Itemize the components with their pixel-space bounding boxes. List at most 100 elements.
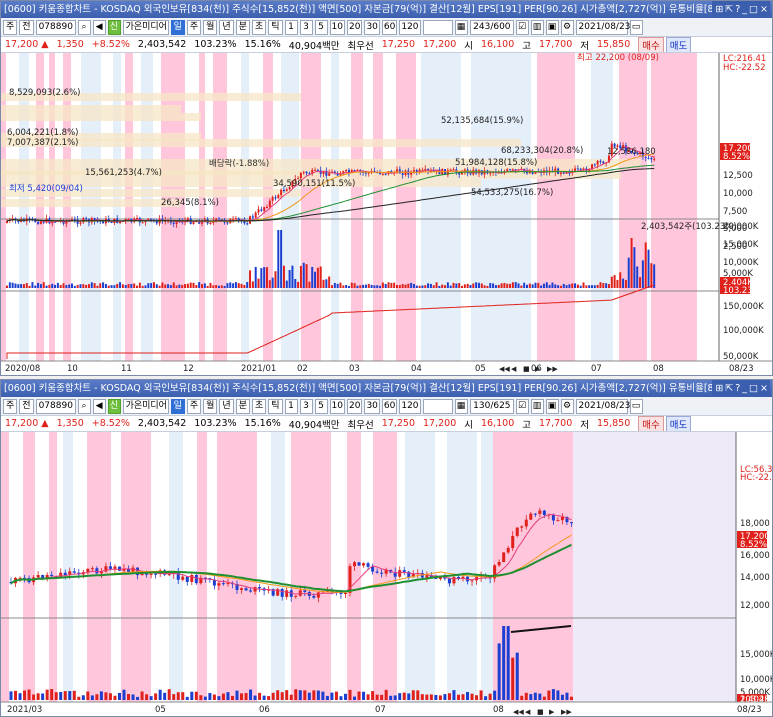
top-date-input[interactable]: 2021/08/23 (575, 19, 630, 35)
chart-icon[interactable]: ▥ (530, 398, 544, 414)
period-20[interactable]: 20 (346, 19, 363, 35)
top-volume-bar (641, 260, 644, 288)
close-icon[interactable]: × (760, 383, 770, 394)
bottom-bg-band (121, 432, 151, 702)
checkbox-icon[interactable]: ☑ (515, 19, 529, 35)
period-10[interactable]: 10 (329, 19, 345, 35)
search-icon[interactable]: ⌕ (77, 19, 91, 35)
top-volume-bar (195, 285, 198, 288)
checkbox-icon[interactable]: ☑ (515, 398, 529, 414)
tab-year[interactable]: 년 (219, 398, 234, 414)
tab-week[interactable]: 주 (186, 19, 202, 35)
close-icon[interactable]: × (760, 4, 770, 15)
link-icon[interactable]: ⊞ (715, 4, 725, 15)
calendar-icon[interactable]: ▭ (629, 19, 643, 35)
speaker-icon[interactable]: ◀ (92, 398, 106, 414)
top-volume-bar (212, 285, 215, 288)
period-20[interactable]: 20 (346, 398, 363, 414)
bottom-range-input[interactable]: 130/625 (469, 398, 514, 414)
bottom-volume-bar (131, 694, 135, 700)
bottom-candle (190, 574, 194, 582)
top-bg-band (619, 53, 647, 361)
grid-icon[interactable]: ▦ (454, 19, 468, 35)
period-custom-input[interactable] (422, 19, 453, 35)
top-range-input[interactable]: 243/600 (469, 19, 514, 35)
bottom-volume-bar (285, 690, 289, 700)
bottom-candle (285, 590, 289, 597)
top-type-select[interactable]: 주 (3, 19, 18, 35)
top-candle (596, 160, 599, 165)
top-turnover: 15.16% (244, 39, 281, 50)
save-icon[interactable]: ▣ (545, 398, 559, 414)
maximize-icon[interactable]: □ (749, 383, 760, 394)
search-icon[interactable]: ⌕ (77, 398, 91, 414)
top-volume-bar (579, 285, 582, 288)
top-volume-bar (562, 283, 565, 288)
link-icon[interactable]: ⊞ (715, 383, 725, 394)
period-3[interactable]: 3 (299, 398, 313, 414)
top-buy-button[interactable]: 매수 (638, 37, 664, 52)
top-open: 16,100 (481, 39, 515, 50)
bottom-volume-bar (529, 694, 533, 700)
top-window-title: [0600] 키움종합차트 - KOSDAQ 외국인보유[834(천)] 주식수… (4, 4, 723, 15)
bottom-sub-select[interactable]: 전 (19, 398, 34, 414)
bottom-date-input[interactable]: 2021/08/23 (575, 398, 630, 414)
chart-icon[interactable]: ▥ (530, 19, 544, 35)
gear-icon[interactable]: ⚙ (560, 398, 574, 414)
tab-tick[interactable]: 틱 (268, 398, 283, 414)
gear-icon[interactable]: ⚙ (560, 19, 574, 35)
bottom-buy-button[interactable]: 매수 (638, 416, 664, 431)
bottom-sell-button[interactable]: 매도 (665, 416, 692, 431)
tab-month[interactable]: 월 (203, 398, 218, 414)
bottom-candle (353, 562, 357, 567)
bottom-chart-area[interactable]: LC:56.36HC:-22.5218,00017,2008.52%16,000… (1, 432, 772, 716)
tab-year[interactable]: 년 (219, 19, 234, 35)
top-change-pct: +8.52% (91, 39, 130, 50)
bottom-title-bar: [0600] 키움종합차트 - KOSDAQ 외국인보유[834(천)] 주식수… (1, 380, 772, 397)
tab-minute[interactable]: 분 (235, 19, 250, 35)
top-sub-select[interactable]: 전 (19, 19, 34, 35)
period-3[interactable]: 3 (299, 19, 313, 35)
period-10[interactable]: 10 (329, 398, 345, 414)
period-120[interactable]: 120 (399, 398, 421, 414)
top-code-input[interactable]: 078890 (35, 19, 76, 35)
bottom-code-input[interactable]: 078890 (35, 398, 76, 414)
top-sell-button[interactable]: 매도 (665, 37, 692, 52)
pin-icon[interactable]: ⇱ (725, 4, 735, 15)
tab-day[interactable]: 일 (170, 398, 185, 414)
save-icon[interactable]: ▣ (545, 19, 559, 35)
top-chart-area[interactable]: 최고 22,200 (08/09) 최저 5,420(09/04) 배당락(-1.8… (1, 53, 772, 375)
period-60[interactable]: 60 (381, 398, 398, 414)
period-custom-input[interactable] (422, 398, 453, 414)
top-volume-profile-label: 34,590,151(11.5%) (273, 179, 355, 189)
bottom-volume-bar (230, 695, 234, 700)
bottom-chart-canvas[interactable]: LC:56.36HC:-22.5218,00017,2008.52%16,000… (1, 432, 772, 716)
top-chart-canvas[interactable]: 최고 22,200 (08/09) 최저 5,420(09/04) 배당락(-1.8… (1, 53, 772, 375)
tab-tick[interactable]: 틱 (268, 19, 283, 35)
tab-minute[interactable]: 분 (235, 398, 250, 414)
period-30[interactable]: 30 (364, 398, 380, 414)
tab-day[interactable]: 일 (170, 19, 185, 35)
bottom-high: 17,700 (539, 418, 573, 429)
maximize-icon[interactable]: □ (749, 4, 760, 15)
pin-icon[interactable]: ⇱ (725, 383, 735, 394)
period-5[interactable]: 5 (314, 398, 328, 414)
period-30[interactable]: 30 (364, 19, 380, 35)
period-5[interactable]: 5 (314, 19, 328, 35)
tab-second[interactable]: 초 (251, 19, 267, 35)
period-120[interactable]: 120 (399, 19, 421, 35)
top-volume-bar (370, 284, 373, 288)
tab-second[interactable]: 초 (251, 398, 267, 414)
calendar-icon[interactable]: ▭ (629, 398, 643, 414)
bottom-type-select[interactable]: 주 (3, 398, 18, 414)
period-1[interactable]: 1 (284, 398, 298, 414)
speaker-icon[interactable]: ◀ (92, 19, 106, 35)
period-60[interactable]: 60 (381, 19, 398, 35)
grid-icon[interactable]: ▦ (454, 398, 468, 414)
bottom-volume-bar (312, 690, 316, 700)
bottom-candle (402, 570, 406, 572)
tab-week[interactable]: 주 (186, 398, 202, 414)
tab-month[interactable]: 월 (203, 19, 218, 35)
bottom-volume-bar (108, 693, 112, 700)
period-1[interactable]: 1 (284, 19, 298, 35)
